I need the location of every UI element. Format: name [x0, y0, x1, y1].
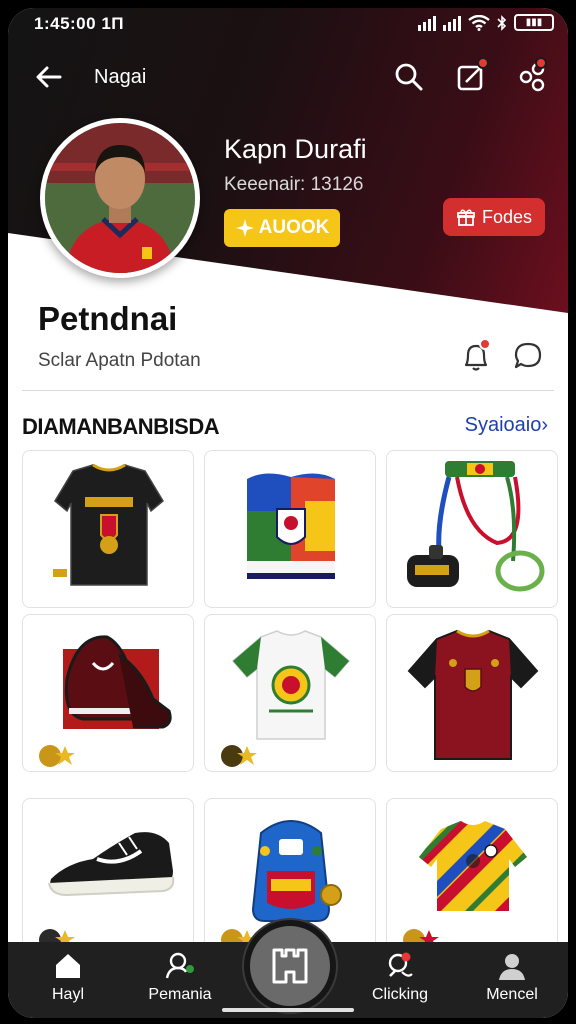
nav-item-profile[interactable]: Mencel	[456, 942, 568, 1018]
search-icon[interactable]	[392, 60, 426, 94]
profile-name: Kapn Durafi	[224, 134, 367, 164]
fab-center-icon	[272, 948, 308, 984]
nav-item-clicking[interactable]: Clicking	[344, 942, 456, 1018]
avatar-photo	[45, 123, 195, 273]
section-subtitle: Sclar Apatn Pdotan	[38, 350, 201, 371]
phone-screen: 1:45:00 1Π ▮▮▮ Nagai Kapn Durafi Keeenai…	[8, 8, 568, 1018]
nav-item-members[interactable]: Pemania	[124, 942, 236, 1018]
map-pin-icon	[388, 952, 413, 977]
status-icons: ▮▮▮	[418, 14, 554, 31]
home-indicator	[222, 1008, 354, 1012]
app-bar: Nagai	[8, 52, 568, 100]
gift-icon	[457, 209, 475, 226]
pennant-banner-image	[247, 473, 335, 579]
user-plus-icon	[165, 952, 194, 979]
grid-title: DIAMANBANBISDA	[22, 414, 220, 439]
sparkle-icon	[235, 219, 254, 237]
notification-dot	[535, 57, 547, 69]
product-card-red-jersey[interactable]	[386, 614, 558, 772]
product-card-black-sneakers[interactable]	[22, 798, 194, 956]
product-card-white-tshirt[interactable]	[204, 614, 376, 772]
product-card-black-jersey[interactable]	[22, 450, 194, 608]
profile-subtitle: Keeenair: 13126	[224, 174, 364, 195]
edit-button[interactable]	[454, 57, 489, 94]
nav-label-clicking: Clicking	[371, 986, 428, 1003]
product-card-striped-shirt[interactable]	[386, 798, 558, 956]
status-time: 1:45:00 1Π	[34, 14, 125, 33]
battery-icon: ▮▮▮	[514, 14, 554, 31]
badge-label: AUOOK	[258, 217, 330, 238]
chat-bubble-icon[interactable]	[510, 338, 546, 374]
divider	[22, 390, 554, 391]
product-card-banner[interactable]	[204, 450, 376, 608]
notification-dot	[477, 57, 489, 69]
status-bar: 1:45:00 1Π ▮▮▮	[8, 8, 568, 44]
follow-button[interactable]: Fodes	[443, 198, 545, 236]
avatar[interactable]	[40, 118, 200, 278]
follow-label: Fodes	[481, 206, 533, 227]
nav-label-members: Pemania	[148, 986, 212, 1003]
lanyard-image	[407, 461, 545, 592]
black-jersey-image	[53, 463, 164, 586]
nav-label-profile: Mencel	[486, 986, 538, 1003]
product-card-lanyard[interactable]	[386, 450, 558, 608]
section-title: Petndnai	[38, 300, 178, 337]
gold-badge-button[interactable]: AUOOK	[224, 209, 340, 247]
coin-star-icon	[221, 745, 257, 767]
notification-dot	[479, 338, 491, 350]
signal-icon	[443, 15, 461, 31]
see-all-label: Syaioaio	[464, 414, 542, 436]
app-title: Nagai	[94, 66, 147, 88]
nav-label-home: Hayl	[51, 986, 84, 1003]
signal-icon	[418, 15, 436, 31]
back-arrow-icon[interactable]	[32, 60, 66, 94]
nav-item-home[interactable]: Hayl	[12, 942, 124, 1018]
center-action-button[interactable]	[244, 920, 336, 1012]
product-card-red-sneakers[interactable]	[22, 614, 194, 772]
chevron-right-icon: ›	[541, 414, 548, 436]
share-button[interactable]	[516, 57, 550, 94]
bluetooth-icon	[497, 14, 507, 31]
home-icon	[56, 954, 80, 978]
coin-star-icon	[39, 745, 75, 767]
see-all-link[interactable]: Syaioaio›	[465, 414, 548, 437]
wifi-icon	[468, 14, 490, 31]
profile-icon	[499, 954, 525, 980]
bell-button[interactable]	[458, 338, 494, 374]
red-jersey-image	[407, 629, 539, 760]
